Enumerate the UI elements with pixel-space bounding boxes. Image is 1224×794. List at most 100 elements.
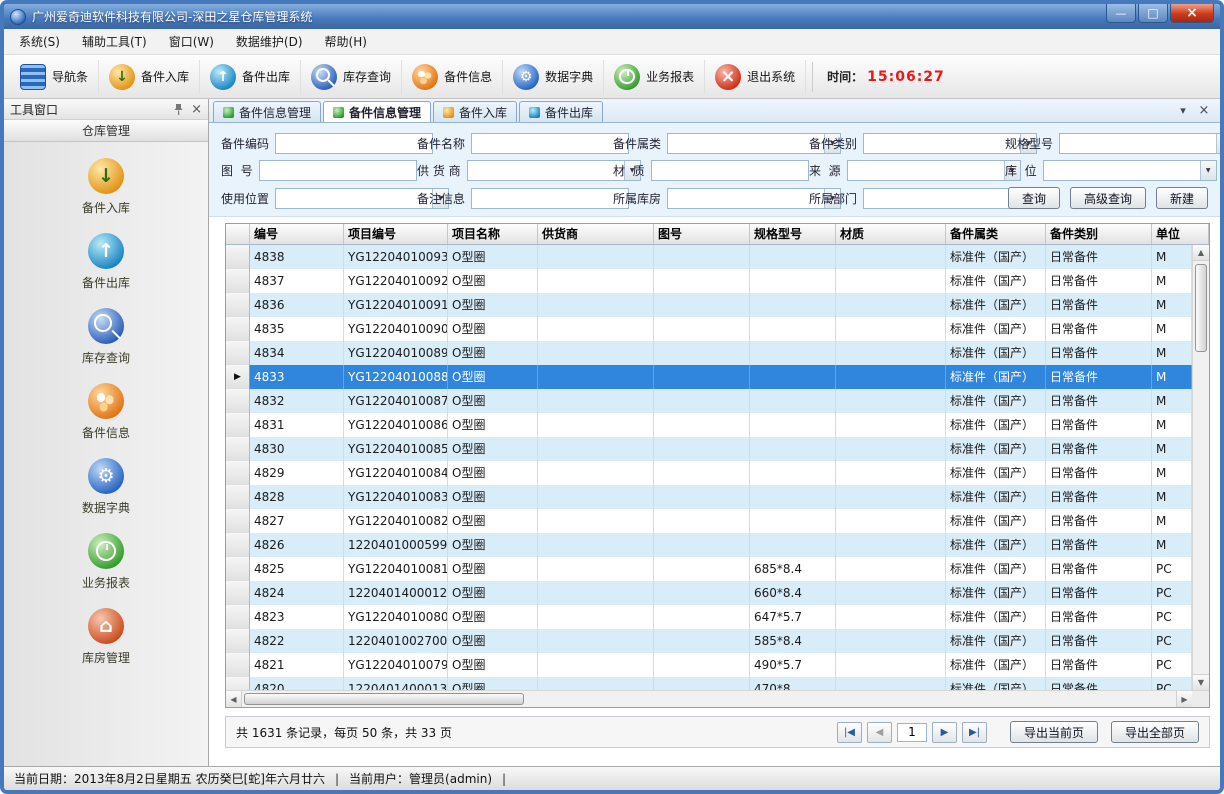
maximize-button[interactable] xyxy=(1138,4,1168,23)
menu-item[interactable]: 窗口(W) xyxy=(158,29,225,54)
row-selector[interactable] xyxy=(226,629,250,653)
field-input[interactable] xyxy=(668,134,824,153)
advanced-query-button[interactable]: 高级查询 xyxy=(1070,187,1146,209)
export-current-page-button[interactable]: 导出当前页 xyxy=(1010,721,1098,743)
table-row[interactable]: 4825 YG12204010081 O型圈 685*8.4 标准件（国产） 日… xyxy=(226,557,1192,581)
field-input[interactable] xyxy=(260,161,416,180)
dropdown-arrow-icon[interactable] xyxy=(1216,134,1224,153)
toolbar-button[interactable]: 备件入库 xyxy=(99,60,200,94)
field-input[interactable] xyxy=(864,134,1020,153)
column-header[interactable]: 图号 xyxy=(654,224,750,244)
table-row[interactable]: 4824 1220401400012 O型圈 660*8.4 标准件（国产） 日… xyxy=(226,581,1192,605)
field-input[interactable] xyxy=(472,134,628,153)
column-header[interactable]: 备件类别 xyxy=(1046,224,1152,244)
field-input[interactable] xyxy=(848,161,1004,180)
row-selector[interactable] xyxy=(226,485,250,509)
table-row[interactable]: 4833 YG12204010088 O型圈 标准件（国产） 日常备件 xyxy=(226,365,1192,389)
field-input[interactable] xyxy=(276,189,432,208)
column-header[interactable]: 项目名称 xyxy=(448,224,538,244)
column-header[interactable]: 规格型号 xyxy=(750,224,836,244)
tab[interactable]: 备件信息管理 xyxy=(323,101,431,122)
table-row[interactable]: 4836 YG12204010091 O型圈 标准件（国产） 日常备件 xyxy=(226,293,1192,317)
sidebar-item[interactable]: 业务报表 xyxy=(82,533,130,591)
table-row[interactable]: 4820 1220401400013 O型圈 470*8 标准件（国产） 日常备… xyxy=(226,677,1192,690)
toolbar-button[interactable]: 库存查询 xyxy=(301,60,402,94)
menu-item[interactable]: 辅助工具(T) xyxy=(71,29,158,54)
table-row[interactable]: 4837 YG12204010092 O型圈 标准件（国产） 日常备件 xyxy=(226,269,1192,293)
horizontal-scrollbar-thumb[interactable] xyxy=(244,693,524,705)
table-row[interactable]: 4823 YG12204010080 O型圈 647*5.7 标准件（国产） 日… xyxy=(226,605,1192,629)
sidebar-item[interactable]: 备件入库 xyxy=(82,158,130,216)
pin-icon[interactable] xyxy=(173,103,184,116)
menu-item[interactable]: 系统(S) xyxy=(8,29,71,54)
menu-item[interactable]: 帮助(H) xyxy=(314,29,378,54)
close-icon[interactable] xyxy=(191,102,202,117)
table-row[interactable]: 4822 1220401002700 O型圈 585*8.4 标准件（国产） 日… xyxy=(226,629,1192,653)
vertical-scrollbar-thumb[interactable] xyxy=(1195,264,1207,352)
sidebar-item[interactable]: 备件信息 xyxy=(82,383,130,441)
toolbar-button[interactable]: 导航条 xyxy=(10,60,99,94)
table-row[interactable]: 4835 YG12204010090 O型圈 标准件（国产） 日常备件 xyxy=(226,317,1192,341)
minimize-button[interactable] xyxy=(1106,4,1136,23)
row-selector[interactable] xyxy=(226,365,250,389)
row-selector[interactable] xyxy=(226,293,250,317)
tab[interactable]: 备件入库 xyxy=(433,101,517,122)
field-input[interactable] xyxy=(1060,134,1216,153)
column-header[interactable]: 项目编号 xyxy=(344,224,448,244)
row-selector[interactable] xyxy=(226,413,250,437)
row-selector[interactable] xyxy=(226,677,250,690)
column-header[interactable]: 单位 xyxy=(1152,224,1209,244)
sidebar-item[interactable]: 库存查询 xyxy=(82,308,130,366)
page-number-input[interactable] xyxy=(897,723,927,742)
table-row[interactable]: 4831 YG12204010086 O型圈 标准件（国产） 日常备件 xyxy=(226,413,1192,437)
row-selector[interactable] xyxy=(226,509,250,533)
row-selector[interactable] xyxy=(226,557,250,581)
sidebar-item[interactable]: 备件出库 xyxy=(82,233,130,291)
row-selector[interactable] xyxy=(226,317,250,341)
new-button[interactable]: 新建 xyxy=(1156,187,1208,209)
query-button[interactable]: 查询 xyxy=(1008,187,1060,209)
toolbar-button[interactable]: 退出系统 xyxy=(705,60,806,94)
column-header[interactable]: 备件属类 xyxy=(946,224,1046,244)
field-input[interactable] xyxy=(1044,161,1200,180)
toolbar-button[interactable]: 备件信息 xyxy=(402,60,503,94)
close-button[interactable] xyxy=(1170,4,1214,23)
field-input[interactable] xyxy=(668,189,824,208)
row-selector[interactable] xyxy=(226,533,250,557)
column-header[interactable]: 供货商 xyxy=(538,224,654,244)
sidebar-item[interactable]: 库房管理 xyxy=(82,608,130,666)
sidebar-item[interactable]: 数据字典 xyxy=(82,458,130,516)
column-header[interactable]: 材质 xyxy=(836,224,946,244)
toolbar-button[interactable]: 数据字典 xyxy=(503,60,604,94)
toolbar-button[interactable]: 业务报表 xyxy=(604,60,705,94)
export-all-button[interactable]: 导出全部页 xyxy=(1111,721,1199,743)
field-input[interactable] xyxy=(468,161,624,180)
row-selector[interactable] xyxy=(226,341,250,365)
row-selector[interactable] xyxy=(226,389,250,413)
field-input[interactable] xyxy=(276,134,432,153)
scroll-left-icon[interactable] xyxy=(226,691,242,707)
scroll-up-icon[interactable] xyxy=(1193,245,1209,261)
first-page-button[interactable]: |◀ xyxy=(837,722,862,743)
toolbar-button[interactable]: 备件出库 xyxy=(200,60,301,94)
table-row[interactable]: 4829 YG12204010084 O型圈 标准件（国产） 日常备件 xyxy=(226,461,1192,485)
field-input[interactable] xyxy=(864,189,1020,208)
row-selector[interactable] xyxy=(226,437,250,461)
row-selector[interactable] xyxy=(226,653,250,677)
prev-page-button[interactable]: ◀ xyxy=(867,722,892,743)
next-page-button[interactable]: ▶ xyxy=(932,722,957,743)
field-input[interactable] xyxy=(652,161,808,180)
tab[interactable]: 备件出库 xyxy=(519,101,603,122)
row-selector[interactable] xyxy=(226,269,250,293)
table-row[interactable]: 4827 YG12204010082 O型圈 标准件（国产） 日常备件 xyxy=(226,509,1192,533)
table-row[interactable]: 4821 YG12204010079 O型圈 490*5.7 标准件（国产） 日… xyxy=(226,653,1192,677)
row-selector[interactable] xyxy=(226,461,250,485)
field-input[interactable] xyxy=(472,189,628,208)
menu-item[interactable]: 数据维护(D) xyxy=(225,29,314,54)
row-selector[interactable] xyxy=(226,605,250,629)
row-selector[interactable] xyxy=(226,581,250,605)
table-row[interactable]: 4828 YG12204010083 O型圈 标准件（国产） 日常备件 xyxy=(226,485,1192,509)
scroll-right-icon[interactable] xyxy=(1176,691,1192,707)
tab-close-icon[interactable] xyxy=(1196,103,1212,118)
dropdown-arrow-icon[interactable] xyxy=(1200,161,1216,180)
